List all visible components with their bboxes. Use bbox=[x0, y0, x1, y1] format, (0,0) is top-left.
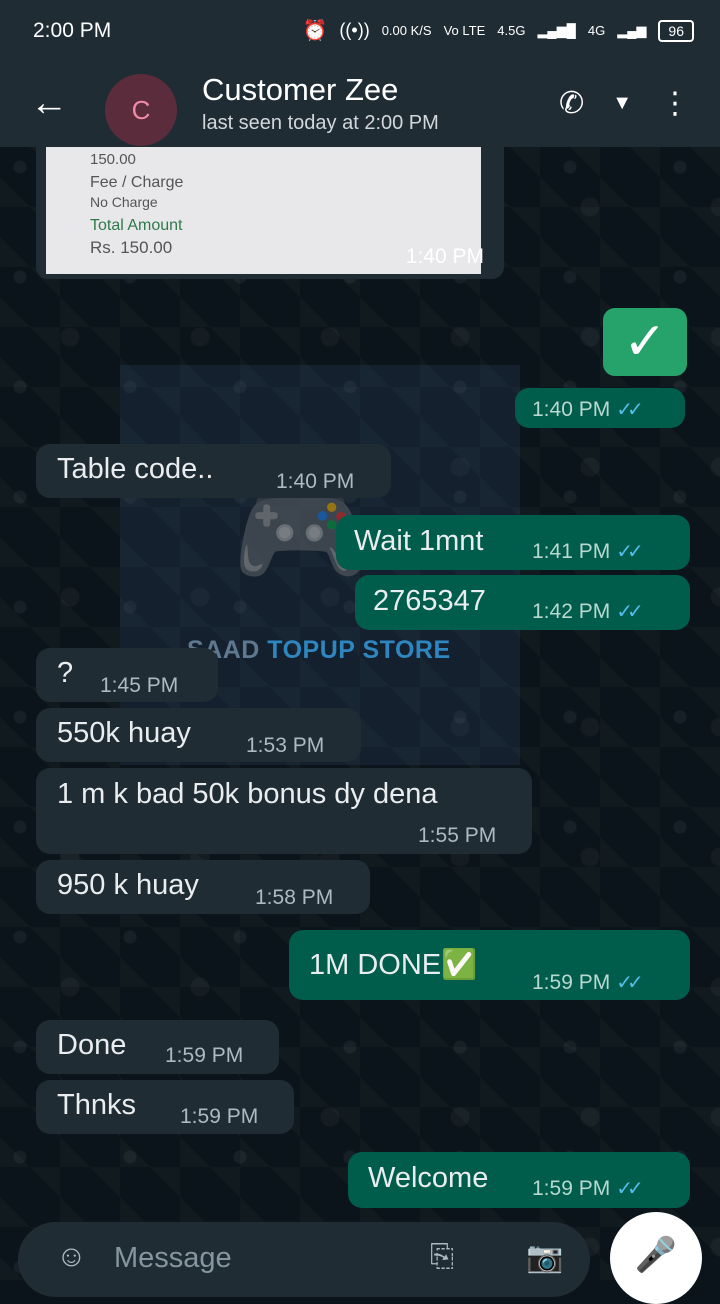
message-out[interactable]: Wait 1mnt 1:41 PM ✓✓ bbox=[336, 515, 690, 570]
receipt-fee-value: No Charge bbox=[90, 194, 158, 210]
watermark-text: SAAD TOPUP STORE bbox=[187, 636, 451, 664]
message-in[interactable]: ? 1:45 PM bbox=[36, 648, 218, 702]
call-dropdown-icon[interactable]: ▼ bbox=[612, 92, 632, 115]
message-out[interactable]: 1M DONE✅ 1:59 PM ✓✓ bbox=[289, 930, 690, 1000]
attach-icon[interactable]: ⎘ bbox=[430, 1240, 454, 1274]
receipt-fee-label: Fee / Charge bbox=[90, 174, 184, 191]
read-ticks-icon: ✓✓ bbox=[616, 1178, 643, 1200]
status-icons: ⏰ ((•)) 0.00 K/S Vo LTE 4.5G ▂▄▆█ 4G ▂▄▆… bbox=[302, 18, 694, 43]
hotspot-icon: ((•)) bbox=[339, 20, 370, 40]
status-bar: 2:00 PM ⏰ ((•)) 0.00 K/S Vo LTE 4.5G ▂▄▆… bbox=[0, 0, 720, 62]
signal-icon-2: ▂▄▆ bbox=[617, 22, 647, 38]
microphone-icon: 🎤 bbox=[634, 1236, 678, 1274]
alarm-icon: ⏰ bbox=[302, 20, 328, 42]
chat-header: ← C Customer Zee last seen today at 2:00… bbox=[0, 62, 720, 147]
microphone-button[interactable]: 🎤 bbox=[610, 1212, 702, 1304]
more-options-icon[interactable]: ⋮ bbox=[660, 86, 690, 121]
signal-icon: ▂▄▆█ bbox=[537, 22, 576, 38]
message-out[interactable]: 1:40 PM ✓✓ bbox=[515, 388, 685, 428]
message-in[interactable]: Done 1:59 PM bbox=[36, 1020, 279, 1074]
receipt-image-message[interactable]: 150.00 Fee / Charge No Charge Total Amou… bbox=[36, 147, 504, 279]
net-speed: 0.00 K/S bbox=[381, 23, 432, 38]
check-mark-emoji-icon: ✓ bbox=[603, 308, 687, 376]
receipt-total-label: Total Amount bbox=[90, 217, 183, 234]
read-ticks-icon: ✓✓ bbox=[616, 399, 643, 421]
message-in[interactable]: 550k huay 1:53 PM bbox=[36, 708, 361, 762]
back-arrow-icon[interactable]: ← bbox=[30, 84, 68, 122]
volte-label: Vo LTE bbox=[443, 23, 486, 38]
network-1: 4.5G bbox=[497, 23, 526, 38]
read-ticks-icon: ✓✓ bbox=[616, 601, 643, 623]
message-out[interactable]: 2765347 1:42 PM ✓✓ bbox=[355, 575, 690, 630]
call-icon[interactable]: ✆ bbox=[559, 86, 584, 121]
status-time: 2:00 PM bbox=[33, 19, 112, 42]
message-in[interactable]: Table code.. 1:40 PM bbox=[36, 444, 391, 498]
contact-name[interactable]: Customer Zee bbox=[202, 72, 398, 108]
sticker-icon[interactable]: ☺ bbox=[56, 1240, 87, 1274]
receipt-total-value: Rs. 150.00 bbox=[90, 238, 173, 257]
battery-icon: 96 bbox=[658, 19, 694, 42]
read-ticks-icon: ✓✓ bbox=[616, 541, 643, 563]
read-ticks-icon: ✓✓ bbox=[616, 972, 643, 994]
camera-icon[interactable]: 📷 bbox=[526, 1240, 563, 1275]
message-input[interactable]: Message bbox=[114, 1242, 232, 1275]
message-in[interactable]: Thnks 1:59 PM bbox=[36, 1080, 294, 1134]
header-actions: ✆ ▼ ⋮ bbox=[559, 86, 690, 121]
avatar[interactable]: C bbox=[105, 74, 177, 146]
contact-status: last seen today at 2:00 PM bbox=[202, 112, 439, 134]
message-in[interactable]: 1 m k bad 50k bonus dy dena 1:55 PM bbox=[36, 768, 532, 854]
network-2: 4G bbox=[587, 23, 606, 38]
message-composer[interactable]: ☺ Message ⎘ 📷 bbox=[18, 1222, 590, 1297]
message-in[interactable]: 950 k huay 1:58 PM bbox=[36, 860, 370, 914]
receipt-amount: 150.00 bbox=[90, 151, 136, 168]
message-out[interactable]: Welcome 1:59 PM ✓✓ bbox=[348, 1152, 690, 1208]
receipt-time: 1:40 PM bbox=[405, 245, 484, 268]
